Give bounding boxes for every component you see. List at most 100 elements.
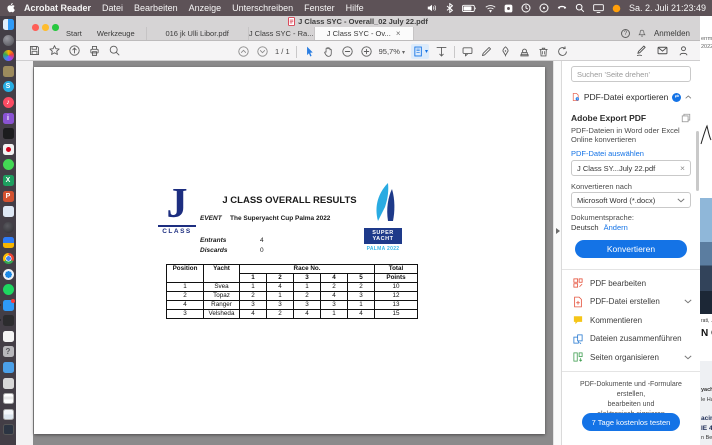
dock-icon-whatsapp[interactable] — [3, 159, 14, 170]
trash-icon[interactable] — [537, 45, 550, 58]
dock-icon-itranslate[interactable]: i — [3, 113, 14, 124]
display-icon[interactable] — [593, 4, 604, 13]
tab-werkzeuge[interactable]: Werkzeuge — [93, 29, 139, 38]
dock-icon-mail[interactable] — [3, 300, 14, 311]
tool-comment[interactable]: Kommentieren — [562, 311, 700, 330]
spotlight-icon[interactable] — [575, 3, 585, 13]
menu-item-hilfe[interactable]: Hilfe — [346, 3, 364, 13]
dock-icon-window-thumbnail-dark[interactable] — [3, 424, 14, 435]
menu-item-bearbeiten[interactable]: Bearbeiten — [134, 3, 178, 13]
clear-file-icon[interactable]: × — [680, 163, 685, 173]
page-width-icon[interactable] — [435, 45, 448, 58]
select-tool-icon[interactable] — [303, 45, 316, 58]
convert-format-select[interactable]: Microsoft Word (*.docx) — [571, 192, 691, 208]
dock-icon-missing-app[interactable]: ? — [3, 346, 14, 357]
stamp-icon[interactable] — [518, 45, 531, 58]
pdf-page[interactable]: J CLASS J CLASS OVERALL RESULTS EVENT Th… — [34, 67, 545, 434]
redo-icon[interactable] — [556, 45, 569, 58]
sign-in-button[interactable]: Anmelden — [654, 29, 690, 38]
print-icon[interactable] — [88, 44, 101, 57]
document-viewport[interactable]: J CLASS J CLASS OVERALL RESULTS EVENT Th… — [33, 61, 553, 445]
dock-icon-music[interactable]: ♪ — [3, 97, 14, 108]
dock-icon-downloads-folder[interactable] — [3, 362, 14, 373]
duplicate-icon[interactable] — [681, 113, 691, 123]
chevron-up-icon[interactable] — [685, 94, 692, 100]
dock-icon-textedit[interactable] — [3, 331, 14, 342]
apple-menu[interactable] — [6, 2, 15, 15]
dock-icon-siri[interactable] — [3, 35, 14, 46]
dock-icon-chrome[interactable] — [3, 253, 14, 264]
dock-icon-notes[interactable] — [3, 66, 14, 77]
tool-edit-pdf[interactable]: PDF bearbeiten — [562, 274, 700, 293]
share-icon[interactable] — [68, 44, 81, 57]
menu-item-unterschreiben[interactable]: Unterschreiben — [232, 3, 293, 13]
close-tab-icon[interactable]: × — [396, 29, 401, 38]
nav-pane-strip[interactable] — [16, 61, 33, 445]
search-icon[interactable] — [108, 44, 121, 57]
dock-icon-finder[interactable] — [3, 19, 14, 30]
tab-start[interactable]: Start — [62, 29, 86, 38]
sidebar-scrollbar[interactable] — [696, 131, 699, 191]
star-icon[interactable] — [48, 44, 61, 57]
menu-item-anzeige[interactable]: Anzeige — [189, 3, 222, 13]
maximize-window-button[interactable] — [52, 24, 59, 31]
app-indicator-icon[interactable] — [612, 4, 621, 13]
page-down-icon[interactable] — [256, 45, 269, 58]
minimize-window-button[interactable] — [42, 24, 49, 31]
select-file-link[interactable]: PDF-Datei auswählen — [571, 149, 644, 158]
free-trial-button[interactable]: 7 Tage kostenlos testen — [582, 413, 680, 431]
dock-icon-skype[interactable]: S — [3, 81, 14, 92]
zoom-in-icon[interactable] — [360, 45, 373, 58]
phone-icon[interactable] — [557, 3, 567, 13]
pencil-icon[interactable] — [480, 45, 493, 58]
dock-icon-powerpoint[interactable]: P — [3, 191, 14, 202]
panel-collapse-handle-icon[interactable] — [556, 228, 560, 234]
menu-item-app[interactable]: Acrobat Reader — [24, 3, 91, 13]
dock-icon-window-thumbnail-2[interactable] — [3, 409, 14, 420]
menu-item-fenster[interactable]: Fenster — [304, 3, 335, 13]
page-number-field[interactable]: 1 / 1 — [275, 47, 290, 56]
tool-combine-files[interactable]: Dateien zusammenführen — [562, 330, 700, 349]
dock-icon-onedrive[interactable] — [3, 206, 14, 217]
save-icon[interactable] — [28, 44, 41, 57]
close-window-button[interactable] — [32, 24, 39, 31]
dock-icon-photos[interactable] — [3, 50, 14, 61]
dock-icon-documents-stack[interactable] — [3, 378, 14, 389]
tool-organize-pages[interactable]: Seiten organisieren — [562, 348, 700, 367]
doc-tab-active[interactable]: J Class SYC - Ov... × — [314, 27, 414, 40]
help-icon[interactable]: ? — [621, 29, 630, 38]
page-up-icon[interactable] — [237, 45, 250, 58]
dock-icon-spotify[interactable] — [3, 284, 14, 295]
clock-icon[interactable] — [539, 3, 549, 13]
comment-icon[interactable] — [461, 45, 474, 58]
dock-icon-window-thumbnail-1[interactable] — [3, 393, 14, 404]
doc-tab-2[interactable]: J Class SYC - Ra... — [248, 27, 314, 40]
search-input[interactable] — [571, 66, 691, 82]
dock-icon-excel[interactable]: X — [3, 175, 14, 186]
dock-icon-dark-browser[interactable] — [3, 222, 14, 233]
hand-tool-icon[interactable] — [322, 45, 335, 58]
battery-icon[interactable] — [462, 4, 477, 13]
dock-icon-keynote[interactable] — [3, 237, 14, 248]
share-review-icon[interactable] — [677, 44, 690, 57]
input-source-icon[interactable] — [504, 4, 513, 13]
convert-button[interactable]: Konvertieren — [575, 240, 687, 258]
notifications-bell-icon[interactable] — [637, 28, 647, 39]
menu-clock[interactable]: Sa. 2. Juli 21:23:49 — [629, 3, 706, 13]
selected-file-box[interactable]: J Class SY...July 22.pdf × — [571, 160, 691, 176]
panel-collapse-strip[interactable] — [553, 61, 561, 445]
wifi-icon[interactable] — [485, 4, 496, 13]
background-window[interactable]: errm 2022 rati, . N O yacht le Ha acing … — [700, 16, 712, 445]
menu-item-datei[interactable]: Datei — [102, 3, 123, 13]
send-mail-icon[interactable] — [656, 44, 669, 57]
zoom-out-icon[interactable] — [341, 45, 354, 58]
tool-create-pdf[interactable]: PDF-Datei erstellen — [562, 293, 700, 312]
export-pdf-panel-header[interactable]: PDF-Datei exportieren ⇄ — [571, 89, 692, 105]
sign-icon[interactable] — [499, 45, 512, 58]
page-view-button[interactable]: ▾ — [411, 44, 429, 59]
dock-icon-tv[interactable] — [3, 128, 14, 139]
change-language-link[interactable]: Ändern — [604, 223, 628, 232]
fill-sign-icon[interactable] — [635, 44, 648, 57]
volume-icon[interactable] — [427, 3, 438, 13]
dock-icon-dark-app[interactable] — [3, 315, 14, 326]
